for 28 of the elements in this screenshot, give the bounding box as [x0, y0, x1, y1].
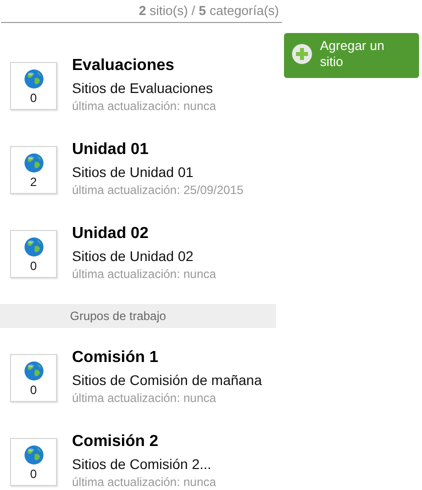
globe-icon [24, 153, 44, 173]
site-count: 0 [30, 467, 37, 481]
last-update-text: última actualización: nunca [72, 266, 216, 282]
last-update-text: última actualización: nunca [72, 390, 218, 406]
site-count: 0 [30, 383, 37, 397]
plus-icon [292, 44, 312, 64]
category-title[interactable]: Unidad 02 [72, 224, 216, 244]
category-title[interactable]: Unidad 01 [72, 140, 244, 160]
globe-icon [24, 361, 44, 381]
category-description: Sitios de Comisión 2... [72, 455, 212, 473]
category-title[interactable]: Evaluaciones [72, 56, 216, 76]
group-header: Grupos de trabajo [0, 304, 276, 328]
globe-icon [24, 445, 44, 465]
summary-text: 2 sitio(s) / 5 categoría(s) [138, 3, 279, 20]
globe-icon [24, 237, 44, 257]
category-description: Sitios de Unidad 02 [72, 247, 194, 265]
category-description: Sitios de Unidad 01 [72, 163, 194, 181]
globe-icon [24, 69, 44, 89]
category-title[interactable]: Comisión 1 [72, 348, 262, 368]
category-description: Sitios de Comisión de mañana [72, 371, 262, 389]
last-update-text: última actualización: 25/09/2015 [72, 182, 244, 198]
category-description: Sitios de Evaluaciones [72, 79, 214, 97]
last-update-text: última actualización: nunca [72, 474, 216, 490]
site-count: 0 [30, 91, 37, 105]
site-count: 2 [30, 175, 37, 189]
last-update-text: última actualización: nunca [72, 98, 216, 114]
category-title[interactable]: Comisión 2 [72, 432, 216, 452]
site-count: 0 [30, 259, 37, 273]
